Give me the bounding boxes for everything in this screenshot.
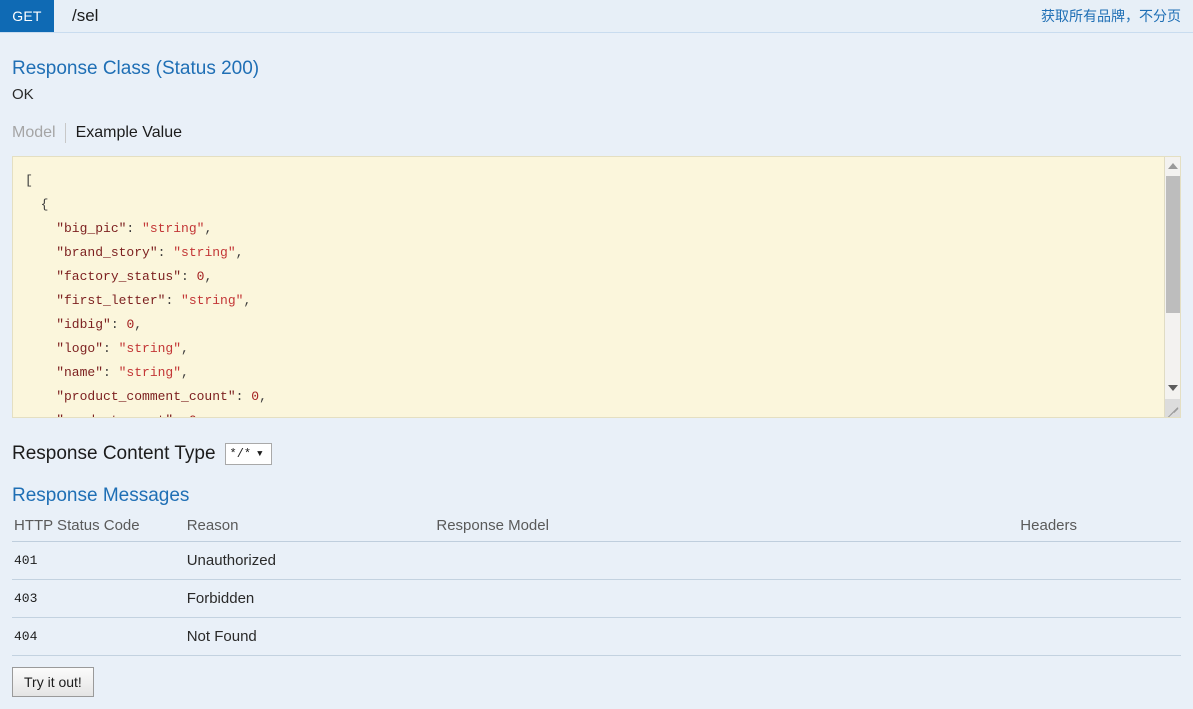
code-token-punct: : — [157, 245, 174, 260]
code-token-punct: { — [25, 197, 49, 212]
code-line: "big_pic": "string", — [25, 217, 1180, 241]
scrollbar-thumb[interactable] — [1166, 176, 1180, 313]
resize-grip-icon[interactable] — [1165, 399, 1180, 417]
code-token-punct: , — [243, 293, 252, 308]
code-token-punct: : — [235, 389, 252, 404]
cell-response-model — [436, 617, 1021, 656]
response-content-type-row: Response Content Type */* ▼ — [12, 442, 1181, 466]
code-token-punct: : — [103, 341, 119, 356]
example-value-code: [ { "big_pic": "string", "brand_story": … — [13, 157, 1180, 417]
table-row: 404 Not Found — [12, 617, 1181, 656]
code-token-str: "string" — [118, 365, 182, 380]
cell-status-code: 403 — [12, 579, 187, 618]
tab-model[interactable]: Model — [12, 124, 65, 142]
code-token-key: "name" — [25, 365, 104, 380]
code-token-num: 0 — [189, 413, 197, 417]
code-token-str: "string" — [173, 245, 236, 260]
try-it-out-button[interactable]: Try it out! — [12, 667, 94, 697]
code-token-punct: : — [181, 269, 197, 284]
model-example-tabs: Model Example Value — [12, 122, 1181, 144]
response-content-type-select[interactable]: */* ▼ — [224, 443, 272, 465]
code-line: "factory_status": 0, — [25, 265, 1180, 289]
code-token-key: "product_count" — [25, 413, 173, 417]
code-token-key: "first_letter" — [25, 293, 166, 308]
table-row: 403 Forbidden — [12, 579, 1181, 618]
code-token-punct: : — [103, 365, 119, 380]
code-token-punct: [ — [25, 173, 33, 188]
response-content-type-label: Response Content Type — [12, 443, 216, 464]
code-line: [ — [25, 169, 1180, 193]
cell-reason: Unauthorized — [186, 541, 437, 580]
column-reason: Reason — [186, 514, 437, 542]
chevron-down-icon: ▼ — [257, 449, 263, 459]
code-token-punct: , — [181, 341, 189, 356]
column-http-status-code: HTTP Status Code — [12, 514, 187, 542]
code-token-key: "logo" — [25, 341, 104, 356]
column-headers: Headers — [1020, 514, 1181, 542]
cell-reason: Not Found — [186, 617, 437, 656]
example-value-panel: [ { "big_pic": "string", "brand_story": … — [12, 156, 1181, 418]
code-token-key: "big_pic" — [25, 221, 127, 236]
code-token-punct: : — [126, 221, 143, 236]
cell-reason: Forbidden — [186, 579, 437, 618]
code-token-num: 0 — [251, 389, 260, 404]
code-scrollbar[interactable] — [1164, 157, 1180, 417]
code-line: "brand_story": "string", — [25, 241, 1180, 265]
scroll-up-arrow-icon[interactable] — [1165, 157, 1180, 174]
code-token-str: "string" — [181, 293, 244, 308]
code-line: "product_comment_count": 0, — [25, 385, 1180, 409]
column-response-model: Response Model — [436, 514, 1021, 542]
cell-status-code: 404 — [12, 617, 187, 656]
response-class-title: Response Class (Status 200) — [12, 58, 260, 79]
code-line: "name": "string", — [25, 361, 1180, 385]
scroll-down-arrow-icon[interactable] — [1165, 379, 1180, 396]
response-content-type-value: */* — [229, 447, 252, 461]
cell-headers — [1020, 541, 1181, 580]
cell-response-model — [436, 541, 1021, 580]
code-line: "first_letter": "string", — [25, 289, 1180, 313]
operation-header[interactable]: GET /sel 获取所有品牌，不分页 — [0, 0, 1193, 33]
code-token-key: "idbig" — [25, 317, 111, 332]
code-token-str: "string" — [142, 221, 205, 236]
cell-headers — [1020, 579, 1181, 618]
operation-summary[interactable]: 获取所有品牌，不分页 — [1041, 0, 1193, 32]
code-token-key: "product_comment_count" — [25, 389, 236, 404]
code-token-key: "factory_status" — [25, 269, 182, 284]
response-status-text: OK — [12, 86, 34, 103]
code-token-punct: , — [204, 269, 213, 284]
code-token-punct: : — [173, 413, 189, 417]
response-messages-table: HTTP Status Code Reason Response Model H… — [12, 514, 1181, 656]
http-method-badge[interactable]: GET — [0, 0, 54, 32]
code-token-punct: , — [235, 245, 244, 260]
cell-status-code: 401 — [12, 541, 187, 580]
operation-content: Response Class (Status 200) OK Model Exa… — [0, 33, 1193, 709]
cell-response-model — [436, 579, 1021, 618]
code-token-punct: , — [197, 413, 205, 417]
tab-example-value[interactable]: Example Value — [66, 124, 182, 142]
table-header-row: HTTP Status Code Reason Response Model H… — [12, 514, 1181, 542]
code-token-punct: , — [181, 365, 189, 380]
code-token-punct: , — [134, 317, 143, 332]
code-line: "product_count": 0, — [25, 409, 1180, 417]
code-token-punct: : — [110, 317, 127, 332]
code-token-key: "brand_story" — [25, 245, 158, 260]
code-line: { — [25, 193, 1180, 217]
code-token-str: "string" — [118, 341, 182, 356]
cell-headers — [1020, 617, 1181, 656]
code-token-punct: , — [204, 221, 213, 236]
table-row: 401 Unauthorized — [12, 541, 1181, 580]
response-messages-title: Response Messages — [12, 485, 190, 506]
code-token-punct: , — [259, 389, 267, 404]
code-line: "idbig": 0, — [25, 313, 1180, 337]
operation-path[interactable]: /sel — [54, 0, 1041, 32]
code-line: "logo": "string", — [25, 337, 1180, 361]
code-token-punct: : — [165, 293, 182, 308]
